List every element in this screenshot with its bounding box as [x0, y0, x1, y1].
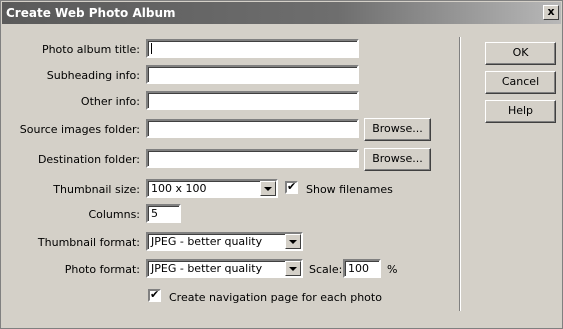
- scale-input[interactable]: 100: [343, 259, 381, 278]
- thumbnail-format-select[interactable]: JPEG - better quality: [146, 232, 303, 251]
- subheading-label: Subheading info:: [46, 69, 140, 82]
- thumbnail-size-select[interactable]: 100 x 100: [146, 179, 278, 198]
- create-nav-checkbox[interactable]: ✔: [148, 289, 161, 302]
- thumbnail-size-label: Thumbnail size:: [53, 183, 140, 196]
- columns-label: Columns:: [88, 208, 140, 221]
- other-info-label: Other info:: [80, 95, 140, 108]
- close-icon: x: [547, 5, 555, 18]
- cancel-button[interactable]: Cancel: [485, 71, 556, 94]
- scale-label: Scale:: [309, 263, 343, 276]
- help-button[interactable]: Help: [485, 100, 556, 123]
- chevron-down-icon[interactable]: [285, 234, 301, 249]
- other-info-input[interactable]: [146, 91, 359, 110]
- album-title-input[interactable]: [146, 39, 359, 58]
- check-icon: ✔: [150, 288, 160, 301]
- source-folder-input[interactable]: [146, 119, 359, 138]
- photo-format-select[interactable]: JPEG - better quality: [146, 259, 303, 278]
- thumbnail-format-value: JPEG - better quality: [151, 235, 263, 248]
- dialog-title: Create Web Photo Album: [6, 6, 176, 20]
- chevron-down-icon[interactable]: [285, 261, 301, 276]
- create-web-photo-album-dialog: Create Web Photo Album x Photo album tit…: [0, 0, 563, 329]
- album-title-label: Photo album title:: [41, 43, 140, 56]
- vertical-divider: [459, 37, 461, 311]
- create-nav-label: Create navigation page for each photo: [169, 291, 382, 304]
- subheading-input[interactable]: [146, 65, 359, 84]
- check-icon: ✔: [287, 180, 297, 193]
- title-bar: Create Web Photo Album x: [2, 2, 561, 24]
- thumbnail-size-value: 100 x 100: [151, 182, 207, 195]
- destination-folder-input[interactable]: [146, 149, 359, 168]
- source-folder-label: Source images folder:: [19, 123, 140, 136]
- close-button[interactable]: x: [543, 5, 559, 20]
- photo-format-label: Photo format:: [64, 263, 140, 276]
- show-filenames-checkbox[interactable]: ✔: [285, 181, 298, 194]
- photo-format-value: JPEG - better quality: [151, 262, 263, 275]
- destination-folder-label: Destination folder:: [37, 153, 140, 166]
- destination-browse-button[interactable]: Browse...: [364, 148, 431, 171]
- scale-unit: %: [387, 263, 398, 276]
- thumbnail-format-label: Thumbnail format:: [37, 236, 140, 249]
- show-filenames-label: Show filenames: [306, 183, 393, 196]
- source-browse-button[interactable]: Browse...: [364, 118, 431, 141]
- ok-button[interactable]: OK: [485, 42, 556, 65]
- columns-input[interactable]: 5: [146, 204, 181, 223]
- chevron-down-icon[interactable]: [260, 181, 276, 196]
